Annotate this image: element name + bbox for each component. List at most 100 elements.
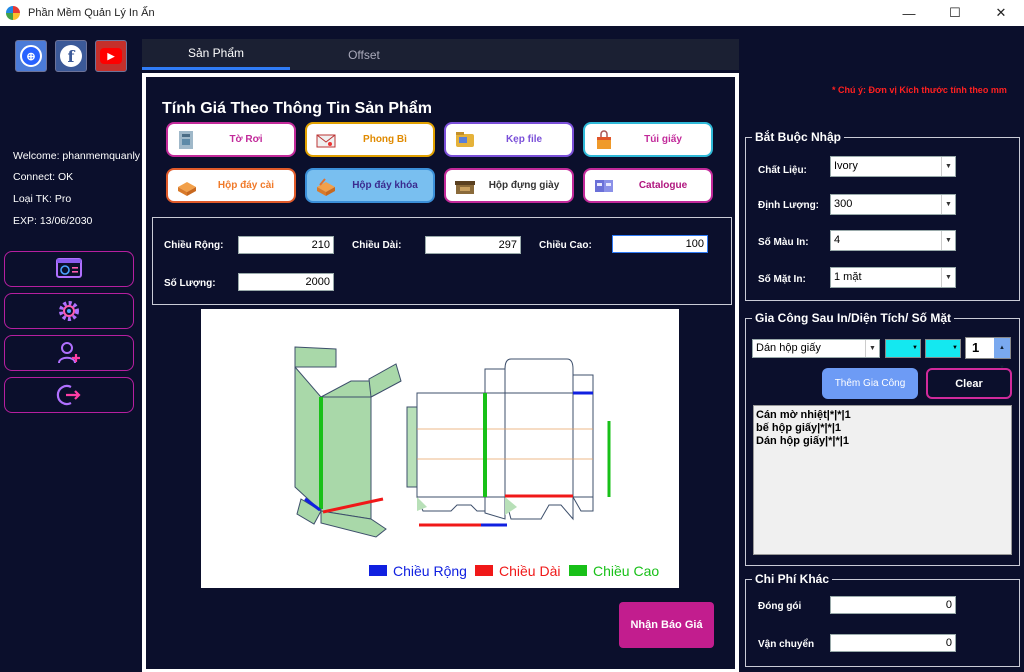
nav-add-user-button[interactable] bbox=[4, 335, 134, 371]
other-costs-group-title: Chi Phí Khác bbox=[752, 572, 833, 586]
tuck-box-icon bbox=[178, 181, 196, 196]
width-input[interactable]: 210 bbox=[238, 236, 334, 254]
tab-bar: Sản Phẩm Offset bbox=[142, 39, 739, 70]
facebook-icon: f bbox=[60, 45, 82, 67]
product-flyer-button[interactable]: Tờ Rơi bbox=[166, 122, 296, 157]
main-panel-inner: Tính Giá Theo Thông Tin Sản Phẩm Tờ Rơi … bbox=[146, 77, 735, 669]
process-value: Dán hộp giấy bbox=[756, 342, 821, 354]
chevron-down-icon: ▼ bbox=[865, 340, 879, 357]
welcome-text: Welcome: phanmemquanly bbox=[13, 150, 141, 162]
get-quote-button[interactable]: Nhận Báo Giá bbox=[619, 602, 714, 648]
width-label: Chiều Rộng: bbox=[164, 240, 224, 251]
quantity-stepper[interactable]: 1 ▲▼ bbox=[965, 337, 1011, 371]
main-panel: Tính Giá Theo Thông Tin Sản Phẩm Tờ Rơi … bbox=[142, 73, 739, 672]
required-group: Bắt Buộc Nhập Chất Liệu: Ivory ▼ Định Lư… bbox=[745, 130, 1020, 301]
packing-input[interactable]: 0 bbox=[830, 596, 956, 614]
process-list[interactable]: Cán mờ nhiệt|*|*|1 bế hộp giấy|*|*|1 Dán… bbox=[753, 405, 1012, 555]
chevron-down-icon: ▼ bbox=[952, 345, 958, 351]
list-item[interactable]: Cán mờ nhiệt|*|*|1 bbox=[756, 409, 1009, 422]
facebook-button[interactable]: f bbox=[55, 40, 87, 72]
shoe-box-icon bbox=[455, 180, 475, 194]
tab-products[interactable]: Sản Phẩm bbox=[142, 39, 290, 70]
product-label: Hộp đáy cài bbox=[217, 180, 275, 191]
maximize-button[interactable]: ☐ bbox=[932, 0, 978, 26]
colors-label: Số Màu In: bbox=[758, 237, 809, 248]
chevron-down-icon: ▼ bbox=[941, 268, 955, 287]
paper-bag-icon bbox=[597, 129, 611, 149]
tab-offset[interactable]: Offset bbox=[290, 39, 438, 70]
legend-height-label: Chiều Cao bbox=[593, 563, 659, 579]
unit-note: * Chú ý: Đơn vị Kích thước tính theo mm bbox=[832, 85, 1007, 95]
material-value: Ivory bbox=[834, 160, 858, 172]
expiry-date: EXP: 13/06/2030 bbox=[13, 215, 93, 227]
nav-logout-button[interactable] bbox=[4, 377, 134, 413]
add-user-icon bbox=[58, 342, 80, 364]
quantity-label: Số Lượng: bbox=[164, 278, 216, 289]
product-label: Phong Bì bbox=[363, 134, 407, 145]
length-label: Chiều Dài: bbox=[352, 240, 402, 251]
close-button[interactable]: ✕ bbox=[978, 0, 1024, 26]
logout-icon bbox=[56, 384, 81, 406]
other-costs-group: Chi Phí Khác Đóng gói 0 Vận chuyển 0 bbox=[745, 572, 1020, 667]
legend-width-label: Chiều Rộng bbox=[393, 563, 467, 579]
stepper-arrows-icon[interactable]: ▲▼ bbox=[994, 338, 1010, 371]
sides-count-select[interactable]: ▼ bbox=[925, 339, 961, 358]
product-label: Kẹp file bbox=[505, 134, 543, 145]
sides-label: Số Mặt In: bbox=[758, 274, 806, 285]
product-label: Hộp đựng giày bbox=[488, 180, 560, 191]
nav-settings-button[interactable] bbox=[4, 293, 134, 329]
website-button[interactable]: ⊕ bbox=[15, 40, 47, 72]
product-catalogue-button[interactable]: Catalogue bbox=[583, 168, 713, 203]
weight-value: 300 bbox=[834, 198, 853, 210]
dashboard-icon bbox=[56, 258, 82, 278]
connect-status: Connect: OK bbox=[13, 171, 74, 183]
quantity-input[interactable]: 2000 bbox=[238, 273, 334, 291]
gear-icon bbox=[59, 301, 79, 321]
stepper-value: 1 bbox=[972, 340, 980, 355]
sides-select[interactable]: 1 mặt ▼ bbox=[830, 267, 956, 288]
shipping-input[interactable]: 0 bbox=[830, 634, 956, 652]
weight-select[interactable]: 300 ▼ bbox=[830, 194, 956, 215]
legend-length-label: Chiều Dài bbox=[499, 563, 560, 579]
app-icon bbox=[6, 6, 20, 20]
product-label: Túi giấy bbox=[644, 134, 682, 145]
product-paper-bag-button[interactable]: Túi giấy bbox=[583, 122, 713, 157]
product-tuck-box-button[interactable]: Hộp đáy cài bbox=[166, 168, 296, 203]
length-input[interactable]: 297 bbox=[425, 236, 521, 254]
flyer-icon bbox=[179, 130, 193, 149]
lock-bottom-box-icon bbox=[317, 177, 335, 196]
material-label: Chất Liệu: bbox=[758, 165, 807, 176]
packing-label: Đóng gói bbox=[758, 601, 802, 612]
height-input[interactable]: 100 bbox=[612, 235, 708, 253]
height-label: Chiều Cao: bbox=[539, 240, 592, 251]
add-process-button[interactable]: Thêm Gia Công bbox=[822, 368, 918, 399]
globe-icon: ⊕ bbox=[20, 45, 42, 67]
product-envelope-button[interactable]: Phong Bì bbox=[305, 122, 435, 157]
box-diagram: Chiều Rộng Chiều Dài Chiều Cao bbox=[201, 309, 679, 588]
chevron-down-icon: ▼ bbox=[941, 195, 955, 214]
material-select[interactable]: Ivory ▼ bbox=[830, 156, 956, 177]
chevron-down-icon: ▼ bbox=[941, 231, 955, 250]
list-item[interactable]: bế hộp giấy|*|*|1 bbox=[756, 422, 1009, 435]
youtube-button[interactable]: ▶ bbox=[95, 40, 127, 72]
window-title: Phần Mềm Quản Lý In Ấn bbox=[28, 7, 155, 19]
product-shoe-box-button[interactable]: Hộp đựng giày bbox=[444, 168, 574, 203]
chevron-down-icon: ▼ bbox=[941, 157, 955, 176]
product-label: Catalogue bbox=[638, 180, 688, 191]
area-select[interactable]: ▼ bbox=[885, 339, 921, 358]
youtube-play-icon: ▶ bbox=[100, 48, 122, 64]
process-select[interactable]: Dán hộp giấy ▼ bbox=[752, 339, 880, 358]
colors-select[interactable]: 4 ▼ bbox=[830, 230, 956, 251]
product-lock-bottom-box-button[interactable]: Hộp đáy khóa bbox=[305, 168, 435, 203]
list-item[interactable]: Dán hộp giấy|*|*|1 bbox=[756, 435, 1009, 448]
product-file-folder-button[interactable]: Kẹp file bbox=[444, 122, 574, 157]
colors-value: 4 bbox=[834, 234, 841, 246]
product-label: Tờ Rơi bbox=[229, 134, 263, 145]
nav-dashboard-button[interactable] bbox=[4, 251, 134, 287]
product-label: Hộp đáy khóa bbox=[352, 180, 418, 191]
box-dieline-illustration: Chiều Rộng Chiều Dài Chiều Cao bbox=[294, 346, 659, 579]
catalogue-icon bbox=[595, 179, 613, 192]
clear-button[interactable]: Clear bbox=[926, 368, 1012, 399]
file-folder-icon bbox=[456, 131, 474, 147]
minimize-button[interactable]: — bbox=[886, 0, 932, 26]
